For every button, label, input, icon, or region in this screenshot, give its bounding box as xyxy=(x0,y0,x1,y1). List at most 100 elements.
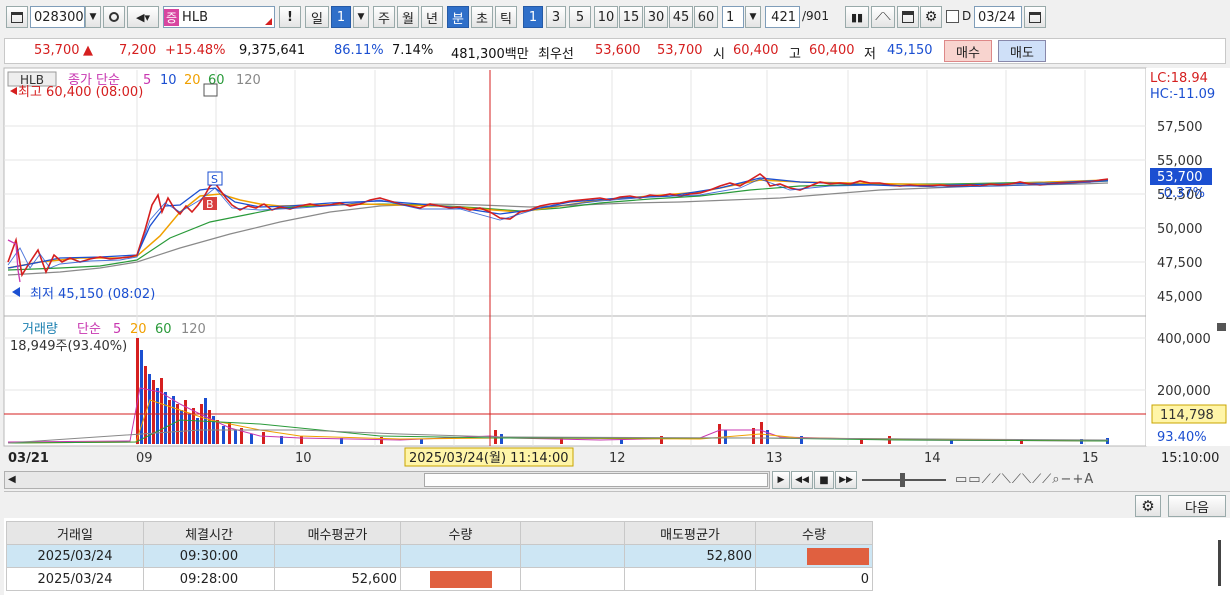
volume-ma-label: 단순 xyxy=(77,322,101,337)
trade-amount: 481,300백만 xyxy=(451,47,529,62)
time-axis-12: 12 xyxy=(609,451,626,466)
grid-settings-icon[interactable] xyxy=(203,83,218,97)
chart-type-button[interactable]: ▮▮ xyxy=(845,6,869,28)
panel-settings-button[interactable]: ⚙ xyxy=(1135,495,1161,517)
interval-5[interactable]: 5 xyxy=(569,6,591,28)
scroll-thumb[interactable] xyxy=(424,473,768,487)
volume-ma-5: 5 xyxy=(113,322,121,337)
interval-30[interactable]: 30 xyxy=(644,6,668,28)
low-label: 저 xyxy=(864,47,876,62)
stock-name-field[interactable]: 증 HLB xyxy=(163,6,275,28)
period-week-button[interactable]: 주 xyxy=(373,6,395,28)
interval-10[interactable]: 10 xyxy=(594,6,618,28)
settings-button[interactable]: ⚙ xyxy=(920,6,942,28)
window-icon-button[interactable] xyxy=(6,6,28,28)
interval-1[interactable]: 1 xyxy=(523,6,543,28)
gear-icon: ⚙ xyxy=(1141,497,1155,515)
trade-date: 2025/03/24 xyxy=(6,544,144,568)
speaker-icon: ◀▾ xyxy=(136,10,150,24)
zoom-slider-handle[interactable] xyxy=(900,473,905,487)
volume-ma-120: 120 xyxy=(181,322,206,337)
period-tick-button[interactable]: 틱 xyxy=(495,6,517,28)
interval-input[interactable]: 1 xyxy=(722,6,744,28)
date-input[interactable]: 03/24 xyxy=(974,6,1022,28)
volume-title: 거래량 xyxy=(22,322,58,337)
code-dropdown-button[interactable]: ▼ xyxy=(85,6,101,28)
forward-button[interactable]: ▶▶ xyxy=(835,471,857,489)
volume-ratio: 86.11% xyxy=(334,43,384,58)
spacer-cell xyxy=(520,567,625,591)
period-day-button[interactable]: 일 xyxy=(305,6,329,28)
interval-dropdown[interactable]: ▼ xyxy=(745,6,761,28)
current-price-pct: -0.37% xyxy=(1159,186,1205,201)
corner-mark-icon xyxy=(265,18,272,25)
price-axis-lc: LC:18.94 xyxy=(1150,71,1208,86)
alert-button[interactable]: ! xyxy=(279,6,301,28)
chart-area[interactable]: LC:18.94 HC:-11.09 57,500 55,000 52,500 … xyxy=(0,66,1230,470)
sell-button[interactable]: 매도 xyxy=(998,40,1046,62)
drawing-tools-icon[interactable]: ▭▭⟋⟋⟍⟋⟍⟋⟋⌕−+A xyxy=(955,472,1094,487)
col-sell-avg: 매도평균가 xyxy=(624,521,756,545)
vertical-scrollbar[interactable] xyxy=(1218,540,1221,586)
period-year-button[interactable]: 년 xyxy=(421,6,443,28)
panel-toggle-icon[interactable] xyxy=(1217,323,1226,331)
price-tick-50000: 50,000 xyxy=(1157,222,1203,237)
volume-ma-60: 60 xyxy=(155,322,172,337)
stock-code-input[interactable]: 028300 xyxy=(30,6,85,28)
interval-45[interactable]: 45 xyxy=(669,6,693,28)
period-dropdown[interactable]: ▼ xyxy=(353,6,369,28)
rewind-button[interactable]: ◀◀ xyxy=(791,471,813,489)
sell-qty: 0 xyxy=(755,567,873,591)
calendar-button[interactable] xyxy=(1024,6,1046,28)
scroll-right-button[interactable]: ▶ xyxy=(772,471,790,489)
sell-qty-bar xyxy=(807,547,869,565)
period-day-count[interactable]: 1 xyxy=(331,6,351,28)
interval-60[interactable]: 60 xyxy=(694,6,718,28)
buy-avg xyxy=(274,544,401,568)
high-price: 60,400 xyxy=(809,43,855,58)
period-month-button[interactable]: 월 xyxy=(397,6,419,28)
interval-3[interactable]: 3 xyxy=(546,6,566,28)
up-arrow-icon: ▲ xyxy=(83,43,93,58)
scroll-left-arrow[interactable]: ◀ xyxy=(8,474,16,485)
time-axis-09: 09 xyxy=(136,451,153,466)
trade-time: 09:28:00 xyxy=(143,567,275,591)
time-axis-end: 15:10:00 xyxy=(1161,451,1219,466)
date-checkbox[interactable] xyxy=(946,10,959,23)
buy-button[interactable]: 매수 xyxy=(944,40,992,62)
col-spacer xyxy=(520,521,625,545)
buy-qty-bar xyxy=(429,570,492,588)
save-button[interactable] xyxy=(897,6,919,28)
market-badge: 증 xyxy=(164,8,180,26)
col-sell-qty: 수량 xyxy=(755,521,873,545)
next-button[interactable]: 다음 xyxy=(1168,495,1226,517)
date-check-label: D xyxy=(962,9,972,23)
search-icon xyxy=(109,12,119,22)
candle-icon: ▮▮ xyxy=(850,10,864,24)
price-change: 7,200 xyxy=(119,43,157,58)
sell-qty xyxy=(755,544,873,568)
time-axis-10: 10 xyxy=(295,451,312,466)
table-row[interactable]: 2025/03/24 09:28:00 52,600 0 xyxy=(6,567,873,591)
search-button[interactable] xyxy=(103,6,125,28)
col-buy-qty: 수량 xyxy=(400,521,521,545)
cursor-time-label: 2025/03/24(월) 11:14:00 xyxy=(409,451,569,466)
low-marker: 최저 45,150 (08:02) xyxy=(30,287,155,302)
table-row[interactable]: 2025/03/24 09:30:00 52,800 xyxy=(6,544,873,568)
ma-period-120: 120 xyxy=(236,73,261,88)
count-input[interactable]: 421 xyxy=(765,6,800,28)
price-tick-57500: 57,500 xyxy=(1157,120,1203,135)
count-total: /901 xyxy=(802,9,829,23)
col-trade-time: 체결시간 xyxy=(143,521,275,545)
ma-period-5: 5 xyxy=(143,73,151,88)
stop-button[interactable]: ■ xyxy=(814,471,834,489)
interval-15[interactable]: 15 xyxy=(619,6,643,28)
col-trade-date: 거래일 xyxy=(6,521,144,545)
open-label: 시 xyxy=(713,47,725,62)
buy-avg: 52,600 xyxy=(274,567,401,591)
sound-button[interactable]: ◀▾ xyxy=(127,6,159,28)
sell-avg: 52,800 xyxy=(624,544,756,568)
period-minute-button[interactable]: 분 xyxy=(447,6,469,28)
indicator-button[interactable]: ⟋⟍ xyxy=(871,6,895,28)
period-second-button[interactable]: 초 xyxy=(471,6,493,28)
